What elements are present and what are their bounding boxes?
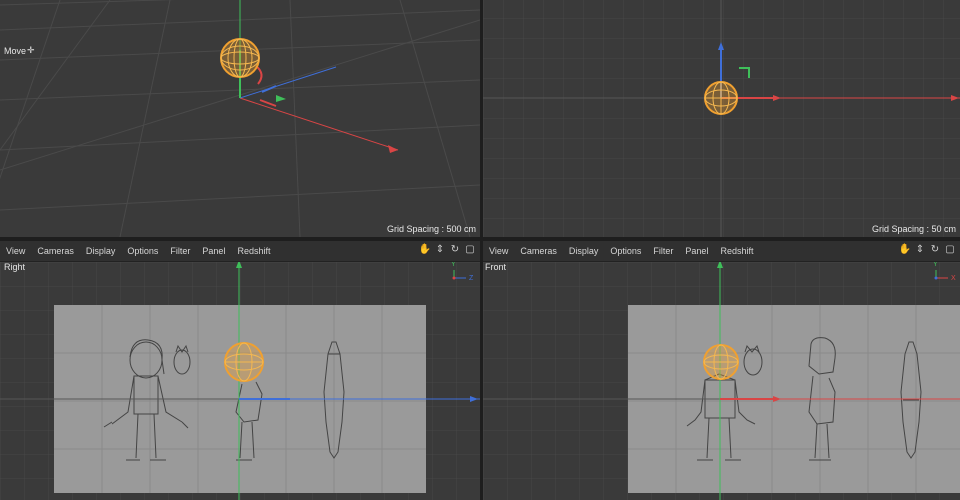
- selected-sphere: [703, 344, 739, 380]
- menu-view[interactable]: View: [0, 246, 31, 256]
- menu-redshift[interactable]: Redshift: [714, 246, 759, 256]
- menu-options[interactable]: Options: [604, 246, 647, 256]
- menu-panel[interactable]: Panel: [679, 246, 714, 256]
- right-viewport-menubar: View Cameras Display Options Filter Pane…: [0, 241, 480, 262]
- x-axis: [239, 97, 399, 151]
- perspective-viewport[interactable]: Move ✛ Grid Spacing : 500 cm: [0, 0, 480, 237]
- axis-label-x: X: [951, 275, 956, 282]
- grid-spacing-top: Grid Spacing : 50 cm: [871, 224, 956, 234]
- menu-cameras[interactable]: Cameras: [31, 246, 80, 256]
- rotate-icon[interactable]: ↻: [929, 243, 941, 257]
- axis-label-y: Y: [933, 262, 938, 268]
- front-viewport-menubar: View Cameras Display Options Filter Pane…: [483, 241, 960, 262]
- grid-spacing-perspective: Grid Spacing : 500 cm: [386, 224, 476, 234]
- menu-redshift[interactable]: Redshift: [231, 246, 276, 256]
- axis-label-z: Z: [469, 275, 474, 282]
- right-grid: [0, 262, 480, 500]
- selected-sphere: [220, 38, 260, 78]
- menu-panel[interactable]: Panel: [196, 246, 231, 256]
- menu-display[interactable]: Display: [563, 246, 605, 256]
- move-mode-label: Move: [4, 46, 27, 56]
- menu-options[interactable]: Options: [121, 246, 164, 256]
- hand-pan-icon[interactable]: ✋: [899, 243, 911, 257]
- rotate-icon[interactable]: ↻: [449, 243, 461, 257]
- menu-cameras[interactable]: Cameras: [514, 246, 563, 256]
- selected-sphere: [224, 342, 264, 382]
- hand-pan-icon[interactable]: ✋: [419, 243, 431, 257]
- menu-view[interactable]: View: [483, 246, 514, 256]
- move-arrows-icon[interactable]: ⇕: [434, 243, 446, 257]
- top-viewport[interactable]: Grid Spacing : 50 cm: [483, 0, 960, 237]
- menu-display[interactable]: Display: [80, 246, 122, 256]
- axis-label-y: Y: [451, 262, 456, 268]
- viewport-label-front: Front: [485, 262, 507, 272]
- viewport-label-right: Right: [4, 262, 26, 272]
- maximize-icon[interactable]: ▢: [944, 243, 956, 257]
- front-viewport[interactable]: Front Y X: [483, 262, 960, 500]
- top-grid: [483, 0, 960, 237]
- move-cursor-icon: ✛: [27, 45, 35, 55]
- front-grid: [483, 262, 960, 500]
- selected-sphere: [704, 81, 738, 115]
- right-viewport[interactable]: Right Y Z: [0, 262, 480, 500]
- maximize-icon[interactable]: ▢: [464, 243, 476, 257]
- menu-filter[interactable]: Filter: [164, 246, 196, 256]
- menu-filter[interactable]: Filter: [647, 246, 679, 256]
- perspective-grid: [0, 0, 480, 237]
- move-arrows-icon[interactable]: ⇕: [914, 243, 926, 257]
